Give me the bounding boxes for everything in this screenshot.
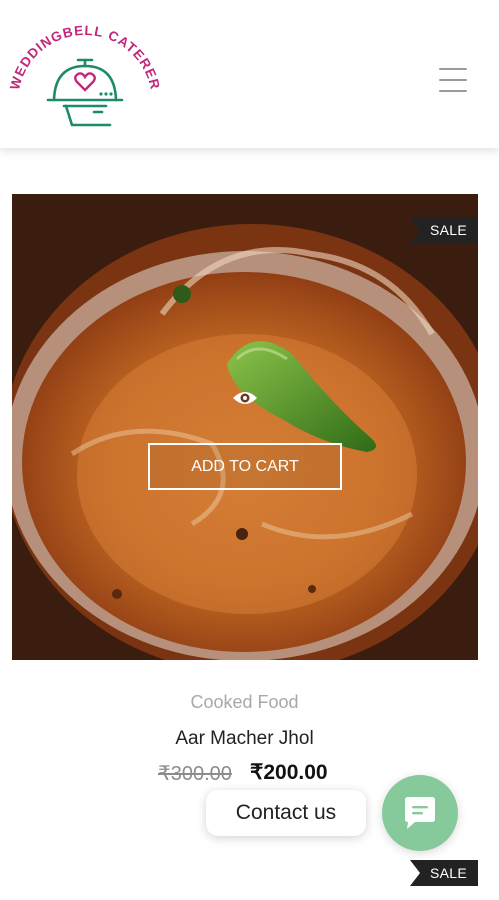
add-to-cart-button[interactable]: ADD TO CART xyxy=(148,443,342,490)
svg-text:WEDDINGBELL CATERER: WEDDINGBELL CATERER xyxy=(7,23,163,92)
hamburger-menu-icon[interactable] xyxy=(432,62,474,98)
contact-us-label[interactable]: Contact us xyxy=(206,790,366,836)
original-price: ₹300.00 xyxy=(158,763,232,785)
site-header: WEDDINGBELL CATERER xyxy=(0,0,499,148)
chat-icon xyxy=(405,797,435,829)
sale-price: ₹200.00 xyxy=(250,761,328,784)
eye-icon[interactable] xyxy=(232,388,258,408)
product-category[interactable]: Cooked Food xyxy=(0,692,489,713)
brand-logo[interactable]: WEDDINGBELL CATERER xyxy=(6,22,164,134)
contact-chat-button[interactable] xyxy=(382,775,458,851)
sale-badge: SALE xyxy=(410,217,478,243)
product-image[interactable] xyxy=(12,194,478,660)
product-name[interactable]: Aar Macher Jhol xyxy=(0,728,489,750)
sale-badge-next-product: SALE xyxy=(410,860,478,886)
